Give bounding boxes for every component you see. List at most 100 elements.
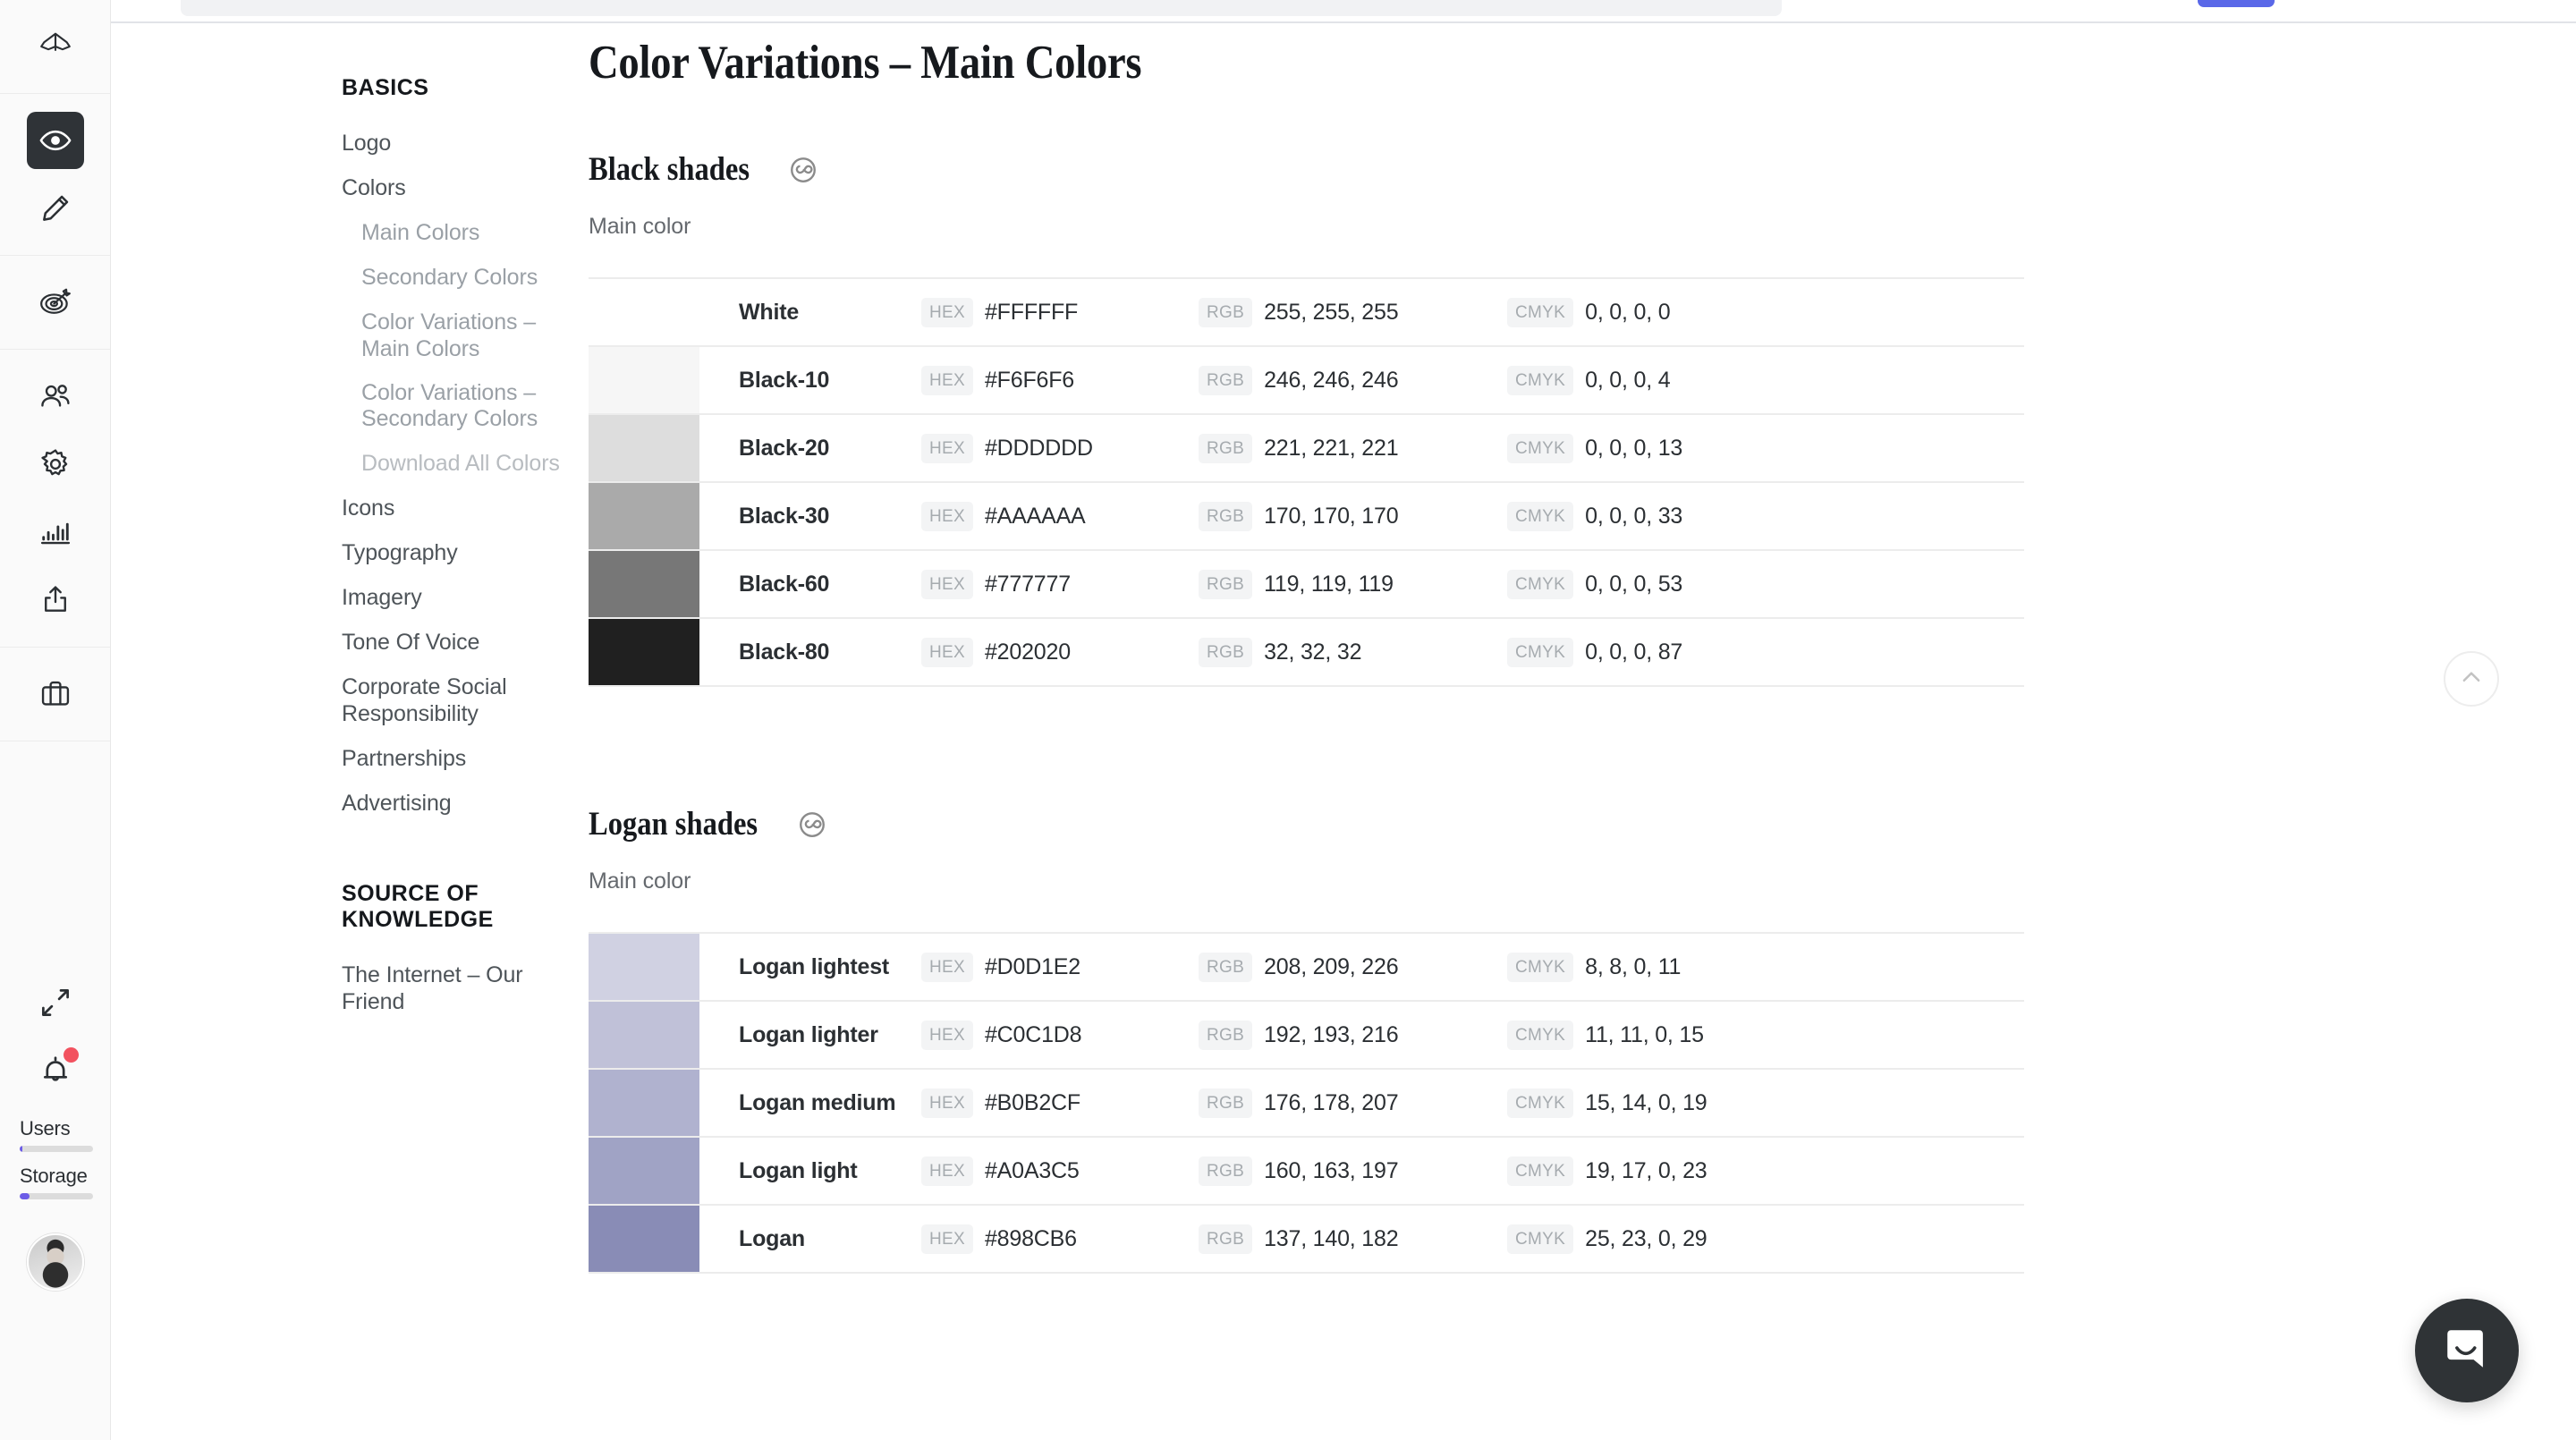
cmyk-label: CMYK <box>1507 569 1574 599</box>
table-row[interactable]: Logan light HEX #A0A3C5 RGB 160, 163, 19… <box>589 1138 2024 1206</box>
hex-value[interactable]: #777777 <box>985 572 1071 597</box>
search-input[interactable] <box>181 0 1782 16</box>
color-swatch <box>589 1070 699 1136</box>
cmyk-label: CMYK <box>1507 1224 1574 1254</box>
cmyk-value[interactable]: 8, 8, 0, 11 <box>1585 954 1681 980</box>
hex-value[interactable]: #C0C1D8 <box>985 1022 1082 1048</box>
hex-value[interactable]: #F6F6F6 <box>985 368 1074 394</box>
table-row[interactable]: Black-10 HEX #F6F6F6 RGB 246, 246, 246 C… <box>589 347 2024 415</box>
sidebar-item-colors[interactable]: Colors <box>342 165 576 210</box>
rgb-value[interactable]: 176, 178, 207 <box>1264 1090 1399 1116</box>
cmyk-value[interactable]: 0, 0, 0, 33 <box>1585 504 1682 529</box>
sidebar-item-secondary-colors[interactable]: Secondary Colors <box>342 255 576 300</box>
hex-value[interactable]: #A0A3C5 <box>985 1158 1080 1184</box>
nav-section-basics: BASICS Logo Colors Main Colors Secondary… <box>342 75 576 826</box>
rgb-value[interactable]: 192, 193, 216 <box>1264 1022 1399 1048</box>
chat-launcher-button[interactable] <box>2415 1299 2519 1402</box>
rail-item-users[interactable] <box>27 368 84 425</box>
sidebar-item-color-variations-main[interactable]: Color Variations – Main Colors <box>342 300 576 371</box>
rgb-field: RGB 255, 255, 255 <box>1199 279 1507 345</box>
rgb-value[interactable]: 32, 32, 32 <box>1264 640 1361 665</box>
hex-label: HEX <box>921 569 973 599</box>
color-name: Logan <box>739 1225 805 1251</box>
sidebar-item-corporate-social-responsibility[interactable]: Corporate Social Responsibility <box>342 665 576 736</box>
rgb-field: RGB 208, 209, 226 <box>1199 934 1507 1000</box>
rail-item-notifications[interactable] <box>27 1042 84 1099</box>
table-row[interactable]: Black-60 HEX #777777 RGB 119, 119, 119 C… <box>589 551 2024 619</box>
avatar[interactable] <box>26 1233 84 1291</box>
cmyk-value[interactable]: 0, 0, 0, 87 <box>1585 640 1682 665</box>
cmyk-value[interactable]: 0, 0, 0, 0 <box>1585 300 1670 326</box>
rail-item-edit[interactable] <box>27 180 84 237</box>
rail-item-expand[interactable] <box>27 974 84 1031</box>
sidebar-item-typography[interactable]: Typography <box>342 530 576 575</box>
sidebar-item-download-all-colors[interactable]: Download All Colors <box>342 441 576 486</box>
cmyk-value[interactable]: 0, 0, 0, 4 <box>1585 368 1670 394</box>
rgb-value[interactable]: 170, 170, 170 <box>1264 504 1399 529</box>
rgb-value[interactable]: 221, 221, 221 <box>1264 436 1399 462</box>
table-row[interactable]: Black-80 HEX #202020 RGB 32, 32, 32 CMYK… <box>589 619 2024 687</box>
table-row[interactable]: Black-20 HEX #DDDDDD RGB 221, 221, 221 C… <box>589 415 2024 483</box>
sidebar-item-imagery[interactable]: Imagery <box>342 575 576 620</box>
adobe-creative-cloud-icon[interactable] <box>790 157 817 183</box>
top-toolbar-strip <box>111 0 2576 23</box>
cmyk-value[interactable]: 15, 14, 0, 19 <box>1585 1090 1707 1116</box>
rgb-field: RGB 119, 119, 119 <box>1199 551 1507 617</box>
section-header: Black shades <box>589 150 2576 189</box>
rail-item-briefcase[interactable] <box>27 665 84 723</box>
hex-value[interactable]: #DDDDDD <box>985 436 1093 462</box>
rgb-value[interactable]: 137, 140, 182 <box>1264 1226 1399 1252</box>
cmyk-label: CMYK <box>1507 1088 1574 1118</box>
rgb-value[interactable]: 119, 119, 119 <box>1264 572 1394 597</box>
rgb-value[interactable]: 160, 163, 197 <box>1264 1158 1399 1184</box>
meter-storage-fill <box>20 1193 30 1199</box>
cmyk-value[interactable]: 0, 0, 0, 13 <box>1585 436 1682 462</box>
hex-value[interactable]: #898CB6 <box>985 1226 1077 1252</box>
briefcase-icon <box>38 677 72 711</box>
table-row[interactable]: Logan lightest HEX #D0D1E2 RGB 208, 209,… <box>589 934 2024 1002</box>
rgb-value[interactable]: 255, 255, 255 <box>1264 300 1399 326</box>
table-row[interactable]: Logan lighter HEX #C0C1D8 RGB 192, 193, … <box>589 1002 2024 1070</box>
table-row[interactable]: Black-30 HEX #AAAAAA RGB 170, 170, 170 C… <box>589 483 2024 551</box>
rgb-field: RGB 137, 140, 182 <box>1199 1206 1507 1272</box>
sidebar-item-the-internet[interactable]: The Internet – Our Friend <box>342 953 576 1024</box>
cmyk-value[interactable]: 0, 0, 0, 53 <box>1585 572 1682 597</box>
sidebar-item-main-colors[interactable]: Main Colors <box>342 210 576 255</box>
meter-storage-track <box>20 1193 93 1199</box>
hex-value[interactable]: #202020 <box>985 640 1071 665</box>
adobe-creative-cloud-icon[interactable] <box>799 811 826 838</box>
cmyk-value[interactable]: 19, 17, 0, 23 <box>1585 1158 1707 1184</box>
nav-section-title-basics: BASICS <box>342 75 429 100</box>
sidebar-item-color-variations-secondary[interactable]: Color Variations – Secondary Colors <box>342 371 610 441</box>
scroll-to-top-button[interactable] <box>2444 651 2499 707</box>
hex-value[interactable]: #FFFFFF <box>985 300 1078 326</box>
rail-item-analytics[interactable] <box>27 504 84 561</box>
cmyk-field: CMYK 0, 0, 0, 53 <box>1507 551 1775 617</box>
sidebar-item-icons[interactable]: Icons <box>342 486 576 530</box>
primary-action-button[interactable] <box>2198 0 2275 7</box>
sidebar-item-logo[interactable]: Logo <box>342 121 576 165</box>
sidebar-item-advertising[interactable]: Advertising <box>342 781 576 826</box>
table-row[interactable]: White HEX #FFFFFF RGB 255, 255, 255 CMYK… <box>589 279 2024 347</box>
rgb-field: RGB 221, 221, 221 <box>1199 415 1507 481</box>
rail-item-goals[interactable] <box>27 274 84 331</box>
sidebar-item-tone-of-voice[interactable]: Tone Of Voice <box>342 620 576 665</box>
rgb-value[interactable]: 208, 209, 226 <box>1264 954 1399 980</box>
share-icon <box>38 583 72 617</box>
sidebar-item-partnerships[interactable]: Partnerships <box>342 736 576 781</box>
hex-field: HEX #F6F6F6 <box>921 347 1199 413</box>
hex-value[interactable]: #D0D1E2 <box>985 954 1080 980</box>
rail-item-preview[interactable] <box>26 112 84 169</box>
rail-item-share[interactable] <box>27 572 84 629</box>
table-row[interactable]: Logan HEX #898CB6 RGB 137, 140, 182 CMYK… <box>589 1206 2024 1274</box>
hex-label: HEX <box>921 297 973 327</box>
hex-value[interactable]: #AAAAAA <box>985 504 1086 529</box>
page-title: Color Variations – Main Colors <box>589 37 1142 89</box>
rail-item-settings[interactable] <box>27 436 84 493</box>
table-row[interactable]: Logan medium HEX #B0B2CF RGB 176, 178, 2… <box>589 1070 2024 1138</box>
brand-logo-button[interactable] <box>27 18 84 75</box>
hex-value[interactable]: #B0B2CF <box>985 1090 1080 1116</box>
cmyk-value[interactable]: 11, 11, 0, 15 <box>1585 1022 1704 1048</box>
cmyk-value[interactable]: 25, 23, 0, 29 <box>1585 1226 1707 1252</box>
rgb-value[interactable]: 246, 246, 246 <box>1264 368 1399 394</box>
